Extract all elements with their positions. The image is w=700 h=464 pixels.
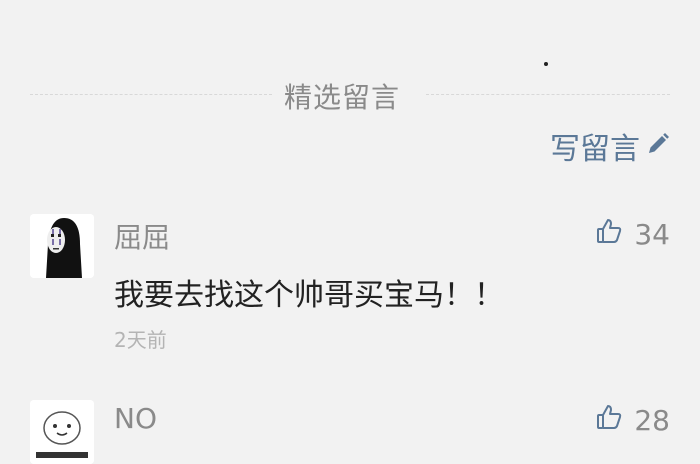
write-comment-button[interactable]: 写留言 [550, 126, 670, 167]
like-count: 34 [634, 218, 670, 251]
like-count: 28 [634, 404, 670, 437]
divider-right [426, 94, 670, 95]
thumbs-up-icon [596, 218, 634, 251]
meme-face-avatar-icon[interactable] [30, 400, 94, 464]
selected-comments-header: 精选留言 [0, 72, 700, 118]
decorative-dot [544, 62, 548, 66]
write-comment-label: 写留言 [550, 132, 640, 167]
comment-timestamp: 2天前 [114, 328, 167, 352]
no-face-avatar-icon[interactable] [30, 214, 94, 278]
section-title: 精选留言 [284, 81, 401, 114]
like-button[interactable]: 28 [596, 404, 670, 437]
comment-text: 我要去找这个帅哥买宝马！！ [114, 278, 504, 313]
thumbs-up-icon [596, 404, 634, 437]
pencil-icon [640, 129, 670, 164]
divider-left [30, 94, 272, 95]
comment-author-name[interactable]: NO [114, 402, 157, 435]
like-button[interactable]: 34 [596, 218, 670, 251]
comment-author-name[interactable]: 屈屈 [114, 216, 170, 256]
